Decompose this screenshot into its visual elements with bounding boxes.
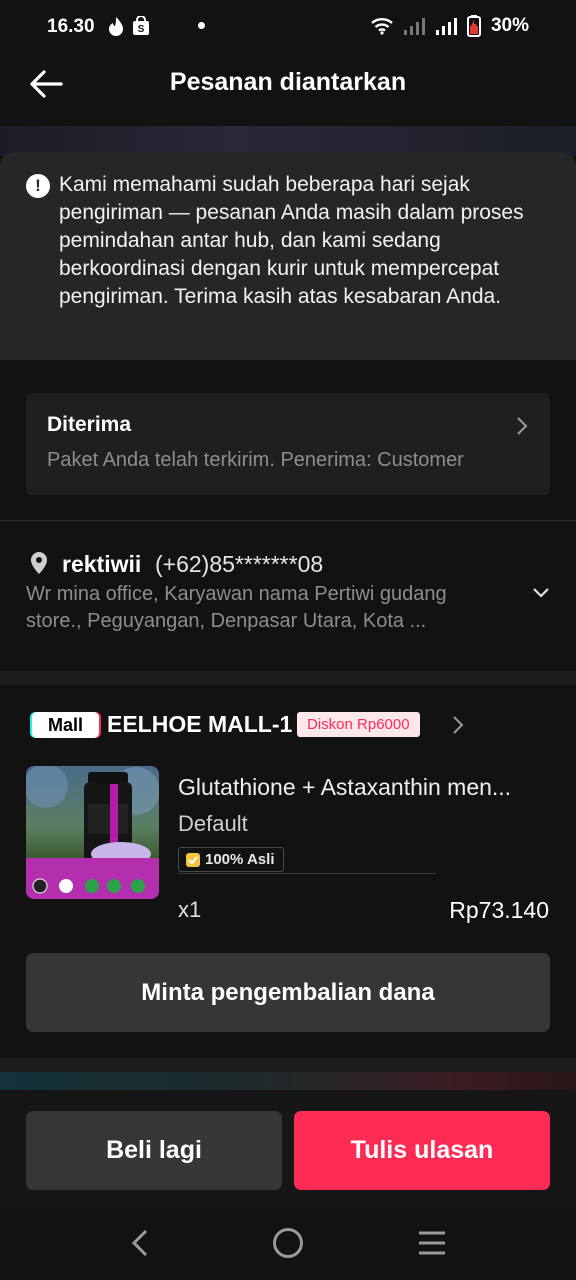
location-pin-icon xyxy=(31,552,47,574)
recipient-name: rektiwii xyxy=(62,551,142,577)
product-quantity: x1 xyxy=(178,897,202,922)
signal-icon xyxy=(435,18,457,35)
product-price: Rp73.140 xyxy=(449,897,549,923)
shield-check-icon xyxy=(186,852,200,867)
nav-back-icon[interactable] xyxy=(130,1228,150,1258)
notice-text: Kami memahami sudah beberapa hari sejak … xyxy=(59,173,524,308)
address-line-1: Wr mina office, Karyawan nama Pertiwi gu… xyxy=(26,583,447,605)
product-image[interactable] xyxy=(26,766,159,899)
page-title: Pesanan diantarkan xyxy=(169,68,407,96)
product-variant: Default xyxy=(178,811,248,836)
delivery-notice: ! Kami memahami sudah beberapa hari seja… xyxy=(0,152,576,360)
status-subtitle: Paket Anda telah terkirim. Penerima: Cus… xyxy=(47,449,464,471)
discount-badge: Diskon Rp6000 xyxy=(297,712,420,737)
buy-again-button[interactable]: Beli lagi xyxy=(26,1111,282,1190)
section-separator xyxy=(0,1058,576,1072)
product-name[interactable]: Glutathione + Astaxanthin men... xyxy=(178,774,550,801)
authentic-badge: 100% Asli xyxy=(178,847,284,872)
shipping-address[interactable]: rektiwii (+62)85*******08 Wr mina office… xyxy=(0,521,576,671)
delivery-status-card[interactable]: Diterima Paket Anda telah terkirim. Pene… xyxy=(26,393,550,495)
system-nav-bar xyxy=(0,1210,576,1280)
bottom-action-bar: Beli lagi Tulis ulasan xyxy=(0,1090,576,1210)
chevron-right-icon xyxy=(517,417,528,435)
tiktok-icon xyxy=(109,17,123,36)
shopee-icon: S xyxy=(133,16,149,35)
wifi-icon xyxy=(371,18,393,35)
exclamation-icon: ! xyxy=(26,174,50,198)
product-image-art xyxy=(26,766,159,899)
battery-percent: 30% xyxy=(490,15,529,36)
address-line-2: store., Peguyangan, Denpasar Utara, Kota… xyxy=(26,610,427,632)
nav-recents-icon[interactable] xyxy=(417,1230,447,1256)
write-review-button[interactable]: Tulis ulasan xyxy=(294,1111,550,1190)
nav-home-icon[interactable] xyxy=(273,1228,303,1258)
divider xyxy=(178,873,436,874)
notification-dot xyxy=(198,22,205,29)
top-app-bar: Pesanan diantarkan xyxy=(0,54,576,126)
authentic-badge-label: 100% Asli xyxy=(205,851,275,868)
refund-button[interactable]: Minta pengembalian dana xyxy=(26,953,550,1032)
recipient-phone: (+62)85*******08 xyxy=(155,551,324,577)
battery-icon xyxy=(466,15,481,37)
chevron-right-icon xyxy=(453,716,464,734)
chevron-down-icon[interactable] xyxy=(532,587,550,599)
status-bar: 16.30 S 30% xyxy=(0,0,576,54)
status-title: Diterima xyxy=(47,413,132,436)
section-separator xyxy=(0,671,576,685)
status-time: 16.30 xyxy=(47,16,95,37)
shop-header[interactable]: Mall EELHOE MALL-1 Diskon Rp6000 xyxy=(0,700,576,750)
signal-icon xyxy=(403,18,425,35)
shop-name: EELHOE MALL-1 xyxy=(107,711,293,737)
svg-text:S: S xyxy=(138,24,145,35)
mall-badge: Mall xyxy=(32,712,99,738)
